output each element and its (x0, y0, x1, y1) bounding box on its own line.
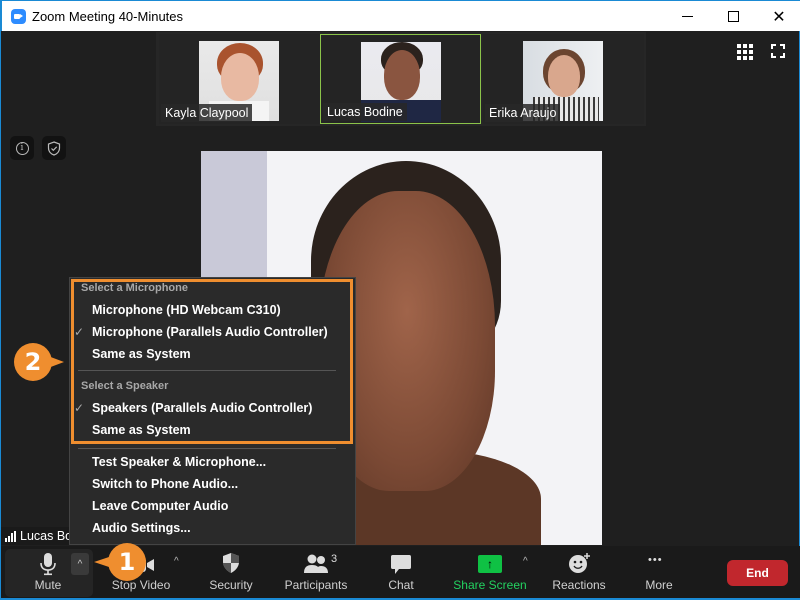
reactions-button[interactable]: Reactions (551, 546, 607, 598)
check-icon: ✓ (74, 325, 85, 339)
window-title: Zoom Meeting 40-Minutes (32, 9, 184, 24)
participants-button[interactable]: 3 Participants (281, 546, 351, 598)
check-icon: ✓ (74, 401, 85, 415)
participant-name: Lucas Bodine (323, 103, 407, 121)
self-view-label: Lucas Bodine (1, 527, 71, 545)
zoom-window: Zoom Meeting 40-Minutes ✕ Kayla Claypool… (0, 0, 800, 600)
step-callout-2: 2 (14, 343, 64, 381)
maximize-icon (727, 11, 739, 22)
security-button[interactable]: Security (201, 546, 261, 598)
meeting-info-button[interactable]: i (10, 136, 34, 160)
menu-item-speaker-parallels[interactable]: Speakers (Parallels Audio Controller) (92, 401, 312, 415)
close-icon: ✕ (772, 8, 786, 26)
participant-thumbnail[interactable]: Erika Araujo (483, 34, 644, 124)
microphone-section-header: Select a Microphone (81, 282, 188, 294)
menu-item-audio-settings[interactable]: Audio Settings... (92, 521, 191, 535)
menu-item-speaker-same-as-system[interactable]: Same as System (92, 423, 191, 437)
more-icon: ••• (648, 554, 663, 566)
chevron-up-icon: ^ (77, 558, 83, 570)
encryption-badge-button[interactable] (42, 136, 66, 160)
participant-name: Erika Araujo (485, 104, 561, 122)
menu-divider (78, 448, 336, 449)
menu-item-mic-parallels[interactable]: Microphone (Parallels Audio Controller) (92, 325, 328, 339)
reactions-label: Reactions (552, 578, 606, 592)
audio-options-caret-button[interactable]: ^ (71, 553, 89, 575)
signal-strength-icon (5, 530, 16, 542)
shield-check-icon (47, 140, 61, 156)
share-screen-button[interactable]: ↑ Share Screen (451, 546, 529, 598)
minimize-icon (681, 16, 693, 17)
more-label: More (645, 578, 673, 592)
menu-item-test-audio[interactable]: Test Speaker & Microphone... (92, 455, 266, 469)
title-bar: Zoom Meeting 40-Minutes ✕ (1, 0, 800, 31)
microphone-icon (40, 553, 56, 576)
shield-icon (223, 553, 239, 573)
menu-item-mic-hd-webcam[interactable]: Microphone (HD Webcam C310) (92, 303, 281, 317)
reactions-icon (569, 553, 590, 573)
chat-button[interactable]: Chat (381, 546, 421, 598)
share-screen-label: Share Screen (453, 578, 527, 592)
security-label: Security (209, 578, 253, 592)
share-screen-icon: ↑ (478, 555, 502, 573)
participant-thumbnail-active[interactable]: Lucas Bodine (320, 34, 481, 124)
chat-label: Chat (388, 578, 414, 592)
minimize-button[interactable] (664, 1, 710, 32)
menu-divider (78, 370, 336, 371)
share-options-caret[interactable]: ^ (523, 556, 528, 567)
participants-count: 3 (331, 553, 338, 565)
close-button[interactable]: ✕ (756, 1, 800, 32)
chat-icon (391, 555, 411, 574)
info-icon: i (15, 141, 29, 155)
participants-label: Participants (284, 578, 348, 592)
step-callout-1: 1 (94, 543, 146, 581)
menu-item-leave-computer-audio[interactable]: Leave Computer Audio (92, 499, 228, 513)
audio-options-menu: Select a Microphone Microphone (HD Webca… (69, 277, 356, 545)
participants-icon (304, 554, 328, 573)
menu-item-mic-same-as-system[interactable]: Same as System (92, 347, 191, 361)
video-options-caret[interactable]: ^ (174, 556, 179, 567)
maximize-button[interactable] (710, 1, 756, 32)
participant-name: Kayla Claypool (161, 104, 253, 122)
speaker-section-header: Select a Speaker (81, 380, 169, 392)
participant-gallery: Kayla Claypool Lucas Bodine Erika Araujo (156, 32, 646, 126)
zoom-app-icon (11, 9, 26, 24)
menu-item-phone-audio[interactable]: Switch to Phone Audio... (92, 477, 238, 491)
gallery-view-button[interactable] (737, 44, 753, 60)
mute-label: Mute (34, 578, 62, 592)
self-view-name: Lucas Bodine (20, 529, 71, 543)
participant-thumbnail[interactable]: Kayla Claypool (159, 34, 320, 124)
fullscreen-button[interactable] (771, 44, 785, 58)
more-button[interactable]: ••• More (639, 546, 679, 598)
end-meeting-button[interactable]: End (727, 560, 788, 586)
